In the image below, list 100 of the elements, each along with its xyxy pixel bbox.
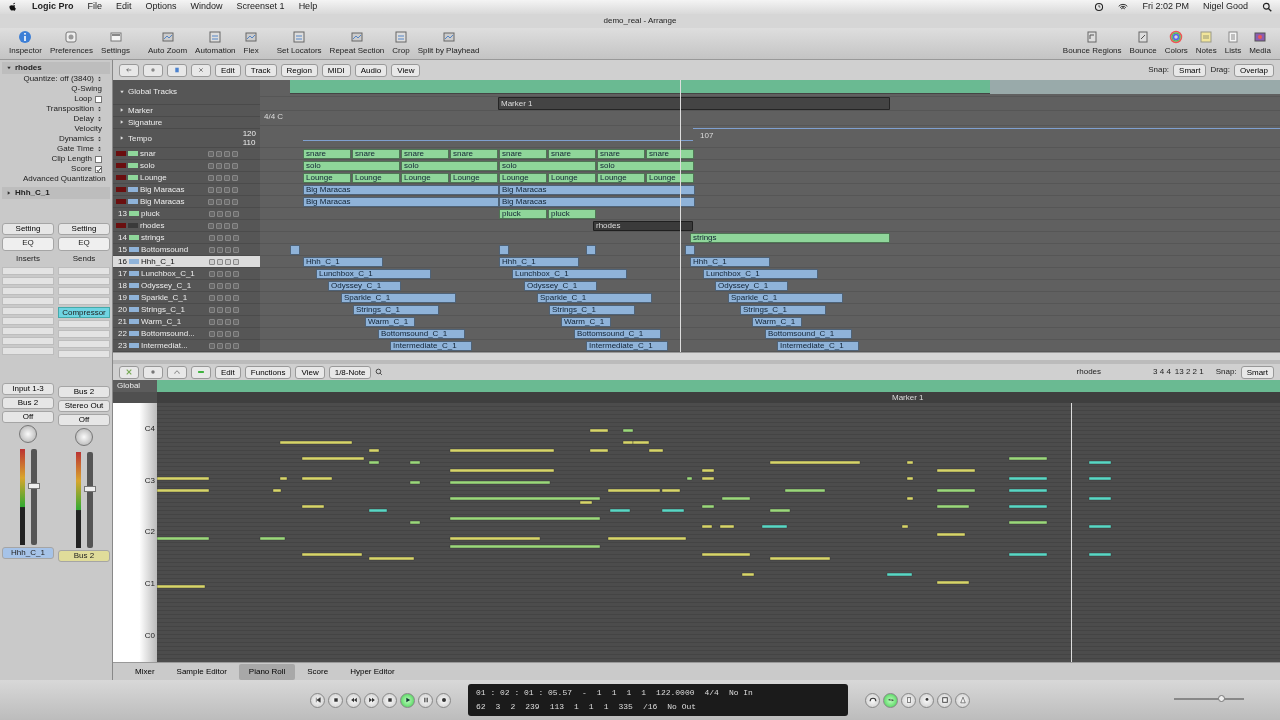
toolbar-button[interactable]: Split by Playhead (414, 30, 483, 57)
menu-clock[interactable]: Fri 2:02 PM (1142, 0, 1189, 14)
fader-thumb[interactable] (83, 486, 96, 493)
midi-region[interactable]: pluck (499, 209, 547, 219)
midi-region[interactable]: Hhh_C_1 (690, 257, 770, 267)
editor-tab[interactable]: Mixer (125, 663, 165, 680)
insert-slot[interactable] (2, 347, 54, 355)
eq-display[interactable]: EQ (2, 237, 54, 251)
midi-region[interactable]: Sparkle_C_1 (341, 293, 456, 303)
track-header[interactable]: 17 Lunchbox_C_1 (113, 268, 260, 280)
menu-button[interactable]: Edit (215, 365, 241, 379)
timeline-ruler[interactable] (290, 80, 990, 94)
insert-slot[interactable] (2, 267, 54, 275)
midi-region[interactable]: Odyssey_C_1 (715, 281, 788, 291)
midi-region[interactable]: snare (597, 149, 645, 159)
editor-tab[interactable]: Hyper Editor (340, 663, 405, 680)
toolbar-button[interactable]: Inspector (6, 30, 45, 57)
midi-region[interactable]: Odyssey_C_1 (328, 281, 401, 291)
insert-slot[interactable] (58, 320, 110, 328)
midi-region[interactable]: Lounge (352, 173, 400, 183)
toolbar-button[interactable]: Media (1246, 30, 1274, 57)
midi-region[interactable]: Lounge (548, 173, 596, 183)
midi-region[interactable]: Lunchbox_C_1 (316, 269, 431, 279)
toolbar-button[interactable]: Repeat Section (326, 30, 388, 57)
insert-slot[interactable] (2, 337, 54, 345)
insert-slot[interactable] (58, 287, 110, 295)
track-header[interactable]: 19 Sparkle_C_1 (113, 292, 260, 304)
midi-region[interactable]: strings (690, 233, 890, 243)
midi-region[interactable]: snare (303, 149, 351, 159)
disclosure-icon[interactable] (119, 135, 125, 141)
editor-tab[interactable]: Sample Editor (166, 663, 237, 680)
toolbar-button[interactable]: Auto Zoom (144, 30, 191, 57)
toolbar-button[interactable]: Set Locators (273, 30, 325, 57)
mode-select[interactable]: Off (58, 414, 110, 426)
midi-region[interactable]: snare (499, 149, 547, 159)
midi-region[interactable]: Intermediate_C_1 (586, 341, 668, 351)
midi-region[interactable]: Warm_C_1 (752, 317, 802, 327)
midi-region[interactable]: Warm_C_1 (561, 317, 611, 327)
insert-slot[interactable] (58, 277, 110, 285)
midi-region[interactable]: Sparkle_C_1 (728, 293, 843, 303)
toolbar-button[interactable]: Automation (192, 30, 239, 57)
track-header[interactable]: 20 Strings_C_1 (113, 304, 260, 316)
midi-region[interactable] (586, 245, 596, 255)
toolbar-button[interactable]: Bounce (1126, 30, 1160, 57)
midi-region[interactable] (685, 245, 695, 255)
insert-slot[interactable] (2, 317, 54, 325)
track-header[interactable]: 21 Warm_C_1 (113, 316, 260, 328)
track-header[interactable]: 18 Odyssey_C_1 (113, 280, 260, 292)
editor-tab[interactable]: Piano Roll (238, 663, 296, 680)
midi-region[interactable]: Strings_C_1 (353, 305, 439, 315)
midi-region[interactable]: solo (303, 161, 400, 171)
menu-item[interactable]: Options (145, 0, 177, 14)
insert-slot[interactable] (2, 277, 54, 285)
midi-region[interactable]: Lounge (646, 173, 694, 183)
midi-region[interactable]: Intermediate_C_1 (777, 341, 859, 351)
midi-region[interactable]: Lounge (401, 173, 449, 183)
toolbar-button[interactable]: Settings (98, 30, 133, 57)
toolbar-button[interactable]: Notes (1192, 30, 1220, 57)
insert-slot[interactable] (58, 340, 110, 348)
stepper-icon[interactable] (97, 146, 102, 152)
midi-region[interactable]: Intermediate_C_1 (390, 341, 472, 351)
midi-region[interactable]: Lunchbox_C_1 (512, 269, 627, 279)
midi-region[interactable]: snare (548, 149, 596, 159)
quantize-select[interactable]: 1/8-Note (328, 365, 372, 379)
time-signature[interactable]: 4/4 C (264, 112, 284, 121)
toolbar-button[interactable]: Preferences (46, 30, 97, 57)
snap-select[interactable]: Smart (1173, 63, 1207, 77)
track-header[interactable]: 14 strings (113, 232, 260, 244)
toolbar-button[interactable]: Flex (240, 30, 262, 57)
midi-region[interactable] (499, 245, 509, 255)
tool-button[interactable] (167, 63, 187, 77)
menu-button[interactable]: Audio (354, 63, 388, 77)
menu-button[interactable]: Region (280, 63, 318, 77)
insert-slot[interactable] (2, 327, 54, 335)
disclosure-icon[interactable] (119, 88, 125, 95)
menu-item[interactable]: Window (190, 0, 223, 14)
midi-region[interactable]: Lunchbox_C_1 (703, 269, 818, 279)
menu-item[interactable]: File (87, 0, 103, 14)
clock-icon[interactable] (1094, 2, 1105, 12)
midi-region[interactable]: Sparkle_C_1 (537, 293, 652, 303)
search-icon[interactable] (1262, 2, 1272, 12)
track-header[interactable]: Lounge (113, 172, 260, 184)
stepper-icon[interactable] (97, 116, 102, 122)
midi-region[interactable]: Lounge (499, 173, 547, 183)
insert-slot[interactable] (2, 307, 54, 315)
insert-slot[interactable] (58, 330, 110, 338)
midi-region[interactable]: Strings_C_1 (549, 305, 635, 315)
output-button[interactable]: Stereo Out (58, 400, 110, 412)
app-menu[interactable]: Logic Pro (32, 0, 74, 14)
tool-button[interactable] (143, 365, 163, 379)
mode-select[interactable]: Off (2, 411, 54, 423)
midi-region[interactable]: Lounge (597, 173, 645, 183)
menu-item[interactable]: Help (298, 0, 318, 14)
midi-region[interactable]: solo (499, 161, 596, 171)
input-button[interactable]: Bus 2 (58, 386, 110, 398)
midi-region[interactable]: Big Maracas (303, 185, 499, 195)
menu-button[interactable]: View (295, 365, 325, 379)
midi-region[interactable]: Big Maracas (303, 197, 499, 207)
inspector-header[interactable]: rhodes (2, 62, 110, 74)
checkbox[interactable] (95, 155, 102, 163)
